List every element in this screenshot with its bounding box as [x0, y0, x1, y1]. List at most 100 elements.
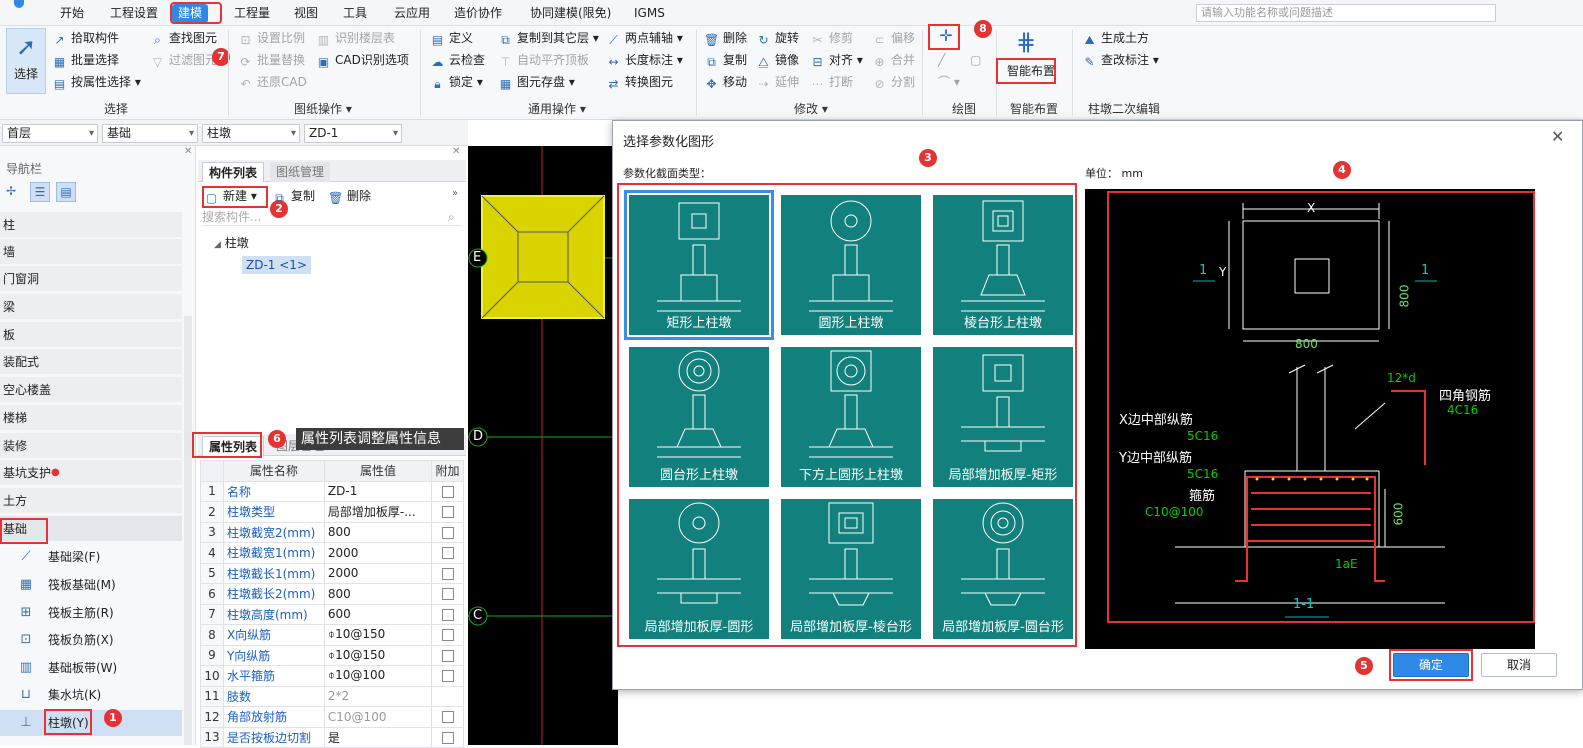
pick-component-button[interactable]: ↗ 拾取构件	[52, 28, 119, 48]
set-scale-button[interactable]: ⊡ 设置比例	[238, 28, 305, 48]
copy-button[interactable]: ⧉ 复制	[704, 50, 747, 70]
split-button[interactable]: ⊘ 分割	[872, 72, 915, 92]
sub-item-raft[interactable]: ▦ 筏板基础(M)	[0, 572, 182, 598]
sub-item-raft-main-rebar[interactable]: ⊞ 筏板主筋(R)	[0, 600, 182, 626]
nav-item-stair[interactable]: 楼梯	[0, 405, 182, 431]
menu-tools[interactable]: 工具	[337, 4, 373, 23]
floor-select[interactable]: 首层	[2, 124, 98, 143]
category-select[interactable]: 基础	[102, 124, 198, 143]
checkbox[interactable]	[441, 526, 454, 539]
align-button[interactable]: ⊟ 对齐 ▾	[810, 50, 862, 70]
tile-frustum-pier[interactable]: 棱台形上柱墩	[933, 195, 1073, 335]
tile-local-thicken-frustum[interactable]: 局部增加板厚-棱台形	[781, 499, 921, 639]
menu-quantity[interactable]: 工程量	[228, 4, 276, 23]
nav-item-decoration[interactable]: 装修	[0, 433, 182, 459]
mirror-button[interactable]: ⧋ 镜像	[756, 50, 799, 70]
sub-item-slab-strip[interactable]: ▥ 基础板带(W)	[0, 655, 182, 681]
two-point-axis-button[interactable]: ⟋ 两点辅轴 ▾	[606, 28, 683, 48]
convert-element-button[interactable]: ⇄ 转换图元	[606, 72, 673, 92]
tile-square-round-pier[interactable]: 下方上圆形上柱墩	[781, 347, 921, 487]
copy-to-floor-button[interactable]: ⧉ 复制到其它层 ▾	[498, 28, 599, 48]
type-select[interactable]: 柱墩	[202, 124, 300, 143]
menu-cost-collab[interactable]: 造价协作	[448, 4, 508, 23]
move-button[interactable]: ✥ 移动	[704, 72, 747, 92]
tree-node-pier[interactable]: ◢ 柱墩	[214, 234, 249, 251]
auto-align-top-button[interactable]: ⊤ 自动平齐顶板	[498, 50, 589, 70]
tile-round-frustum-pier[interactable]: 圆台形上柱墩	[629, 347, 769, 487]
menu-project-settings[interactable]: 工程设置	[104, 4, 164, 23]
find-element-button[interactable]: ⌕ 查找图元	[150, 28, 217, 48]
menu-igms[interactable]: IGMS	[628, 4, 671, 23]
recognize-floor-table-button[interactable]: ▥ 识别楼层表	[316, 28, 395, 48]
nav-item-prefab[interactable]: 装配式	[0, 349, 182, 375]
checkbox[interactable]	[441, 711, 454, 724]
more-icon[interactable]: »	[452, 188, 458, 199]
trim-button[interactable]: ✂ 修剪	[810, 28, 853, 48]
tile-local-thicken-round-frustum[interactable]: 局部增加板厚-圆台形	[933, 499, 1073, 639]
tile-local-thicken-round[interactable]: 局部增加板厚-圆形	[629, 499, 769, 639]
checkbox[interactable]	[441, 649, 454, 662]
batch-replace-button[interactable]: ⟳ 批量替换	[238, 50, 305, 70]
copy-component-button[interactable]: ⧉ 复制	[272, 186, 315, 206]
component-select[interactable]: ZD-1	[304, 124, 402, 143]
checkbox[interactable]	[441, 506, 454, 519]
line-draw-icon[interactable]: ╱	[938, 50, 945, 70]
batch-select-button[interactable]: ▦ 批量选择	[52, 50, 119, 70]
checkbox[interactable]	[441, 547, 454, 560]
detail-view-icon[interactable]: ▤	[56, 182, 76, 202]
menu-start[interactable]: 开始	[54, 4, 90, 23]
checkbox[interactable]	[441, 629, 454, 642]
sub-item-foundation-beam[interactable]: ⟋ 基础梁(F)	[0, 544, 182, 570]
nav-item-hollow-floor[interactable]: 空心楼盖	[0, 377, 182, 403]
select-by-property-button[interactable]: ▤ 按属性选择 ▾	[52, 72, 141, 92]
rect-draw-icon[interactable]: ▢	[970, 50, 981, 70]
component-search-input[interactable]: 搜索构件...	[202, 208, 462, 226]
length-dimension-button[interactable]: ↔ 长度标注 ▾	[606, 50, 682, 70]
delete-component-button[interactable]: 🗑︎ 删除	[328, 186, 371, 206]
function-search-input[interactable]: 请输入功能名称或问题描述	[1196, 4, 1496, 22]
checkbox[interactable]	[441, 588, 454, 601]
select-big-button[interactable]: ➚ 选择	[6, 28, 46, 94]
tree-node-zd1[interactable]: ZD-1 <1>	[242, 256, 311, 274]
checkbox[interactable]	[441, 608, 454, 621]
cancel-button[interactable]: 取消	[1481, 653, 1557, 677]
nav-item-pit-support[interactable]: 基坑支护●	[0, 460, 182, 486]
checkbox[interactable]	[441, 670, 454, 683]
filter-element-button[interactable]: ▽ 过滤图元	[150, 50, 217, 70]
pin-icon[interactable]: ✢	[6, 184, 16, 198]
menu-cloud[interactable]: 云应用	[388, 4, 436, 23]
edit-annotation-button[interactable]: ✎ 查改标注 ▾	[1082, 50, 1158, 70]
close-icon[interactable]: ✕	[184, 146, 192, 157]
tile-round-pier[interactable]: 圆形上柱墩	[781, 195, 921, 335]
tile-rect-pier[interactable]: 矩形上柱墩	[624, 190, 774, 340]
nav-scrollbar[interactable]	[184, 316, 192, 745]
merge-button[interactable]: ⊕ 合并	[872, 50, 915, 70]
tile-local-thicken-rect[interactable]: 局部增加板厚-矩形	[933, 347, 1073, 487]
checkbox[interactable]	[441, 731, 454, 744]
delete-button[interactable]: 🗑︎ 删除	[704, 28, 747, 48]
list-view-icon[interactable]: ☰	[30, 182, 50, 202]
cloud-check-button[interactable]: ☁ 云检查	[430, 50, 486, 70]
offset-button[interactable]: ⊂ 偏移	[872, 28, 915, 48]
sub-item-sump[interactable]: ⊔ 集水坑(K)	[0, 682, 182, 708]
lock-button[interactable]: 🔒︎ 锁定 ▾	[430, 72, 483, 92]
close-icon[interactable]: ✕	[1551, 127, 1564, 146]
menu-collab-modeling[interactable]: 协同建模(限免)	[524, 4, 617, 23]
tab-component-list[interactable]: 构件列表	[202, 162, 265, 182]
nav-item-wall[interactable]: 墙	[0, 239, 182, 265]
element-save-button[interactable]: ▦ 图元存盘 ▾	[498, 72, 575, 92]
nav-item-column[interactable]: 柱	[0, 212, 182, 238]
generate-earthwork-button[interactable]: ⛰︎ 生成土方	[1082, 28, 1149, 48]
nav-item-earthwork[interactable]: 土方	[0, 488, 182, 514]
extend-button[interactable]: ⇢ 延伸	[756, 72, 799, 92]
close-icon[interactable]: ✕	[452, 146, 460, 157]
cad-options-button[interactable]: ▣ CAD识别选项	[316, 50, 409, 70]
nav-item-slab[interactable]: 板	[0, 322, 182, 348]
sub-item-raft-neg-rebar[interactable]: ⊡ 筏板负筋(X)	[0, 627, 182, 653]
nav-item-beam[interactable]: 梁	[0, 294, 182, 320]
cad-canvas[interactable]: E D C	[468, 146, 618, 745]
tab-drawing-manage[interactable]: 图纸管理	[270, 162, 331, 182]
checkbox[interactable]	[441, 567, 454, 580]
nav-item-door-window[interactable]: 门窗洞	[0, 266, 182, 292]
menu-view[interactable]: 视图	[288, 4, 324, 23]
